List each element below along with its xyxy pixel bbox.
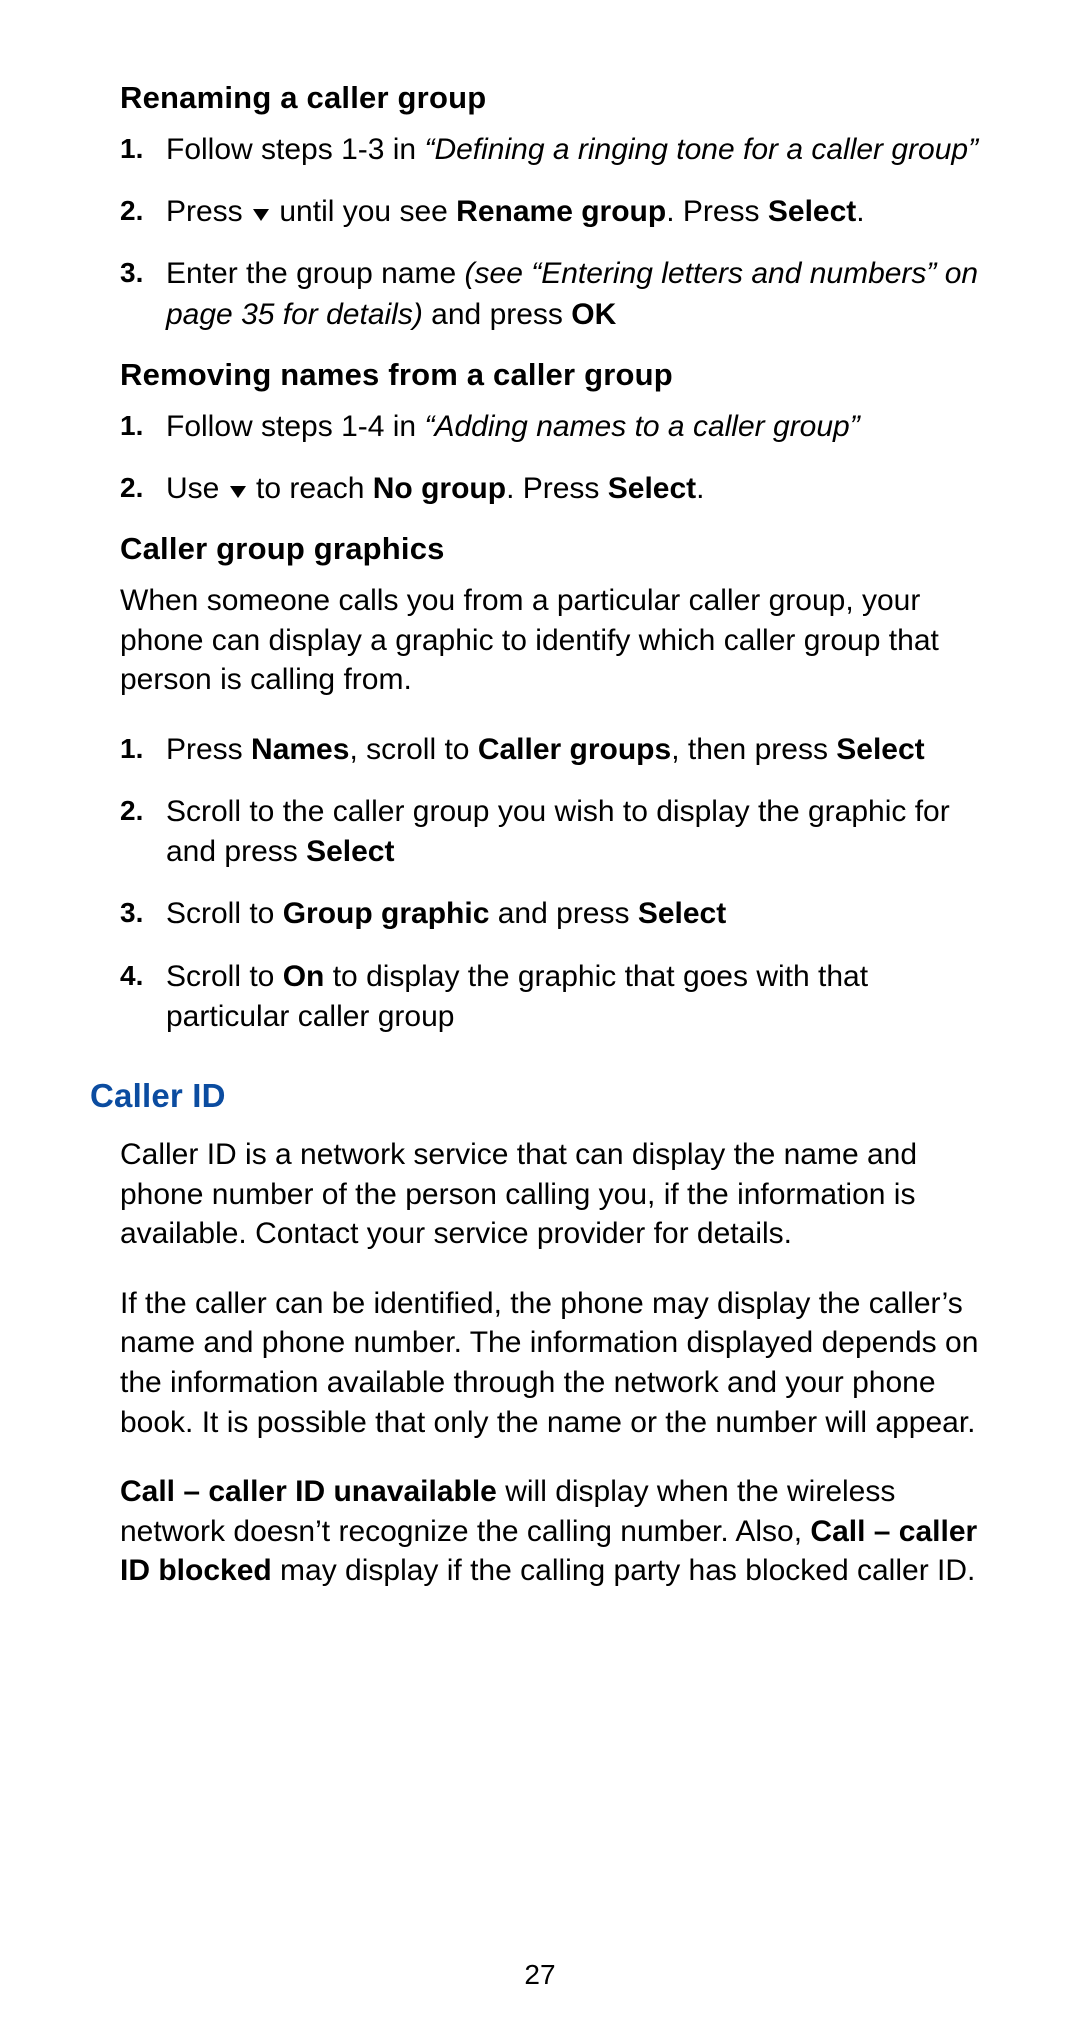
text-fragment: Follow steps 1-3 in <box>166 133 424 166</box>
ui-label: Select <box>768 195 856 228</box>
step-number: 1. <box>120 407 166 446</box>
down-arrow-icon <box>251 207 271 223</box>
text-fragment: and press <box>489 897 637 930</box>
callerid-paragraph-3: Call – caller ID unavailable will displa… <box>120 1472 990 1591</box>
ui-label: Call – caller ID unavailable <box>120 1475 497 1508</box>
graphics-intro-paragraph: When someone calls you from a particular… <box>120 581 990 700</box>
step-number: 2. <box>120 469 166 508</box>
text-fragment: Follow steps 1-4 in <box>166 410 424 443</box>
page-number: 27 <box>0 1959 1080 1991</box>
text-fragment: and press <box>423 298 571 331</box>
step-text: Follow steps 1-3 in “Defining a ringing … <box>166 130 978 170</box>
ui-label: Select <box>306 835 394 868</box>
step-text: Scroll to the caller group you wish to d… <box>166 792 990 872</box>
list-item: 4. Scroll to On to display the graphic t… <box>120 957 990 1037</box>
list-item: 2. Use to reach No group. Press Select. <box>120 469 990 509</box>
step-number: 4. <box>120 957 166 996</box>
manual-page: Renaming a caller group 1. Follow steps … <box>0 0 1080 2039</box>
text-fragment: , scroll to <box>349 733 477 766</box>
graphics-steps-list: 1. Press Names, scroll to Caller groups,… <box>120 730 990 1037</box>
heading-rename-caller-group: Renaming a caller group <box>120 80 990 116</box>
list-item: 3. Scroll to Group graphic and press Sel… <box>120 894 990 934</box>
ui-label: Rename group <box>456 195 666 228</box>
step-text: Enter the group name (see “Entering lett… <box>166 254 990 334</box>
step-number: 2. <box>120 792 166 831</box>
step-number: 3. <box>120 894 166 933</box>
step-number: 1. <box>120 130 166 169</box>
list-item: 2. Scroll to the caller group you wish t… <box>120 792 990 872</box>
heading-remove-names: Removing names from a caller group <box>120 357 990 393</box>
step-number: 2. <box>120 192 166 231</box>
text-fragment: until you see <box>271 195 456 228</box>
text-fragment: . Press <box>666 195 768 228</box>
step-text: Scroll to On to display the graphic that… <box>166 957 990 1037</box>
remove-steps-list: 1. Follow steps 1-4 in “Adding names to … <box>120 407 990 509</box>
ui-label: Select <box>608 472 696 505</box>
heading-graphics: Caller group graphics <box>120 531 990 567</box>
step-text: Press until you see Rename group. Press … <box>166 192 865 232</box>
ui-label: OK <box>571 298 616 331</box>
text-fragment: Use <box>166 472 228 505</box>
down-arrow-icon <box>228 484 248 500</box>
text-fragment: , then press <box>671 733 836 766</box>
ui-label: On <box>283 960 325 993</box>
text-fragment: Scroll to <box>166 960 283 993</box>
list-item: 2. Press until you see Rename group. Pre… <box>120 192 990 232</box>
text-fragment: . <box>856 195 864 228</box>
ui-label: Names <box>251 733 349 766</box>
ui-label: Caller groups <box>478 733 671 766</box>
list-item: 1. Press Names, scroll to Caller groups,… <box>120 730 990 770</box>
text-fragment: Enter the group name <box>166 257 465 290</box>
text-fragment: Scroll to the caller group you wish to d… <box>166 795 950 868</box>
step-text: Press Names, scroll to Caller groups, th… <box>166 730 925 770</box>
text-fragment-italic: “Defining a ringing tone for a caller gr… <box>424 133 978 166</box>
list-item: 1. Follow steps 1-4 in “Adding names to … <box>120 407 990 447</box>
step-number: 1. <box>120 730 166 769</box>
text-fragment: Press <box>166 733 251 766</box>
ui-label: Group graphic <box>283 897 490 930</box>
callerid-paragraph-2: If the caller can be identified, the pho… <box>120 1284 990 1442</box>
text-fragment: to reach <box>248 472 373 505</box>
text-fragment-italic: “Adding names to a caller group” <box>424 410 859 443</box>
ui-label: Select <box>836 733 924 766</box>
step-text: Use to reach No group. Press Select. <box>166 469 705 509</box>
text-fragment: . Press <box>506 472 608 505</box>
step-text: Scroll to Group graphic and press Select <box>166 894 726 934</box>
ui-label: Select <box>638 897 726 930</box>
text-fragment: Scroll to <box>166 897 283 930</box>
text-fragment: . <box>696 472 704 505</box>
list-item: 1. Follow steps 1-3 in “Defining a ringi… <box>120 130 990 170</box>
text-fragment: Press <box>166 195 251 228</box>
list-item: 3. Enter the group name (see “Entering l… <box>120 254 990 334</box>
callerid-paragraph-1: Caller ID is a network service that can … <box>120 1135 990 1254</box>
step-text: Follow steps 1-4 in “Adding names to a c… <box>166 407 860 447</box>
step-number: 3. <box>120 254 166 293</box>
heading-caller-id: Caller ID <box>90 1077 990 1115</box>
ui-label: No group <box>373 472 506 505</box>
text-fragment: may display if the calling party has blo… <box>272 1554 976 1587</box>
rename-steps-list: 1. Follow steps 1-3 in “Defining a ringi… <box>120 130 990 335</box>
